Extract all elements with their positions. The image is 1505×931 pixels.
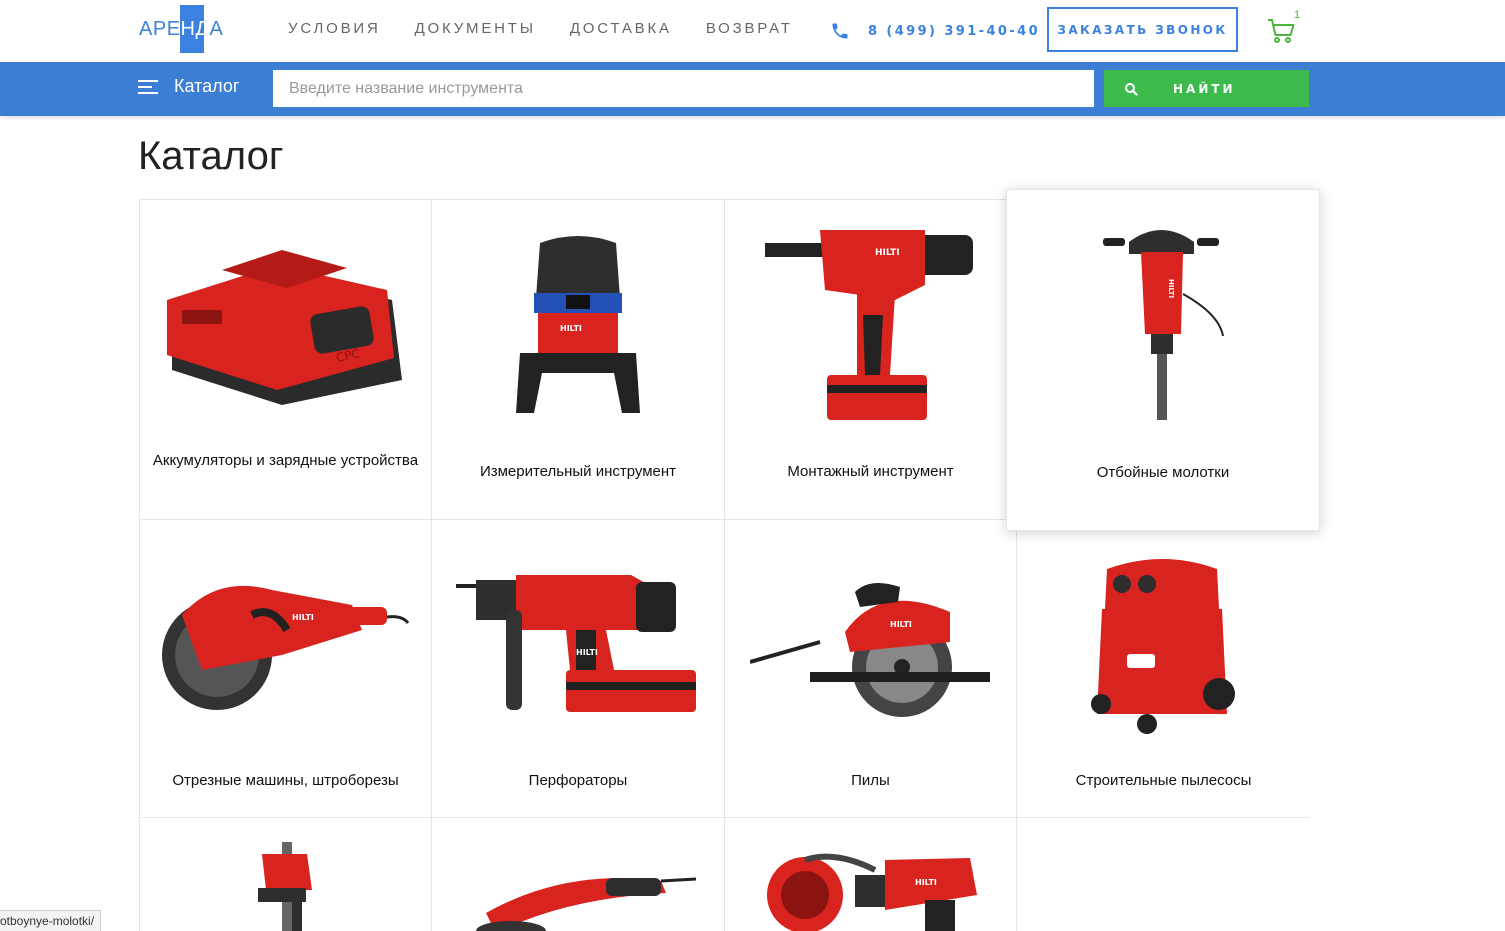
nav-return[interactable]: ВОЗВРАТ: [706, 20, 793, 37]
nav-delivery[interactable]: ДОСТАВКА: [570, 20, 672, 37]
battery-image: CPC: [167, 250, 402, 405]
category-card[interactable]: HILTI Пилы: [725, 520, 1017, 818]
cart-count-badge: 1: [1294, 9, 1301, 21]
category-card[interactable]: CPC Аккумуляторы и зарядные устройства: [140, 200, 432, 520]
category-card[interactable]: [432, 818, 725, 931]
category-card-empty: [1017, 818, 1310, 931]
find-label: НАЙТИ: [1173, 81, 1236, 96]
jackhammer-image: HILTI: [1103, 230, 1224, 420]
main-nav: УСЛОВИЯ ДОКУМЕНТЫ ДОСТАВКА ВОЗВРАТ: [288, 20, 827, 37]
callback-button[interactable]: ЗАКАЗАТЬ ЗВОНОК: [1047, 7, 1238, 52]
category-name: Перфораторы: [528, 772, 628, 789]
svg-text:HILTI: HILTI: [1167, 279, 1175, 298]
svg-text:HILTI: HILTI: [890, 620, 912, 629]
svg-text:HILTI: HILTI: [560, 324, 582, 333]
logo[interactable]: АРЕНДА: [139, 5, 223, 53]
category-card-hovered[interactable]: HILTI Отбойные молотки: [1006, 189, 1320, 531]
category-name: Монтажный инструмент: [787, 463, 954, 480]
category-name: Измерительный инструмент: [479, 463, 677, 480]
page-title: Каталог: [138, 134, 284, 178]
nav-conditions[interactable]: УСЛОВИЯ: [288, 20, 381, 37]
cart-button[interactable]: 1: [1266, 9, 1306, 45]
nav-documents[interactable]: ДОКУМЕНТЫ: [415, 20, 536, 37]
category-card[interactable]: [140, 818, 432, 931]
category-name: Отбойные молотки: [1096, 464, 1230, 481]
circular-saw-image: HILTI: [750, 583, 990, 717]
svg-text:HILTI: HILTI: [875, 248, 900, 258]
rivet-tool-image: HILTI: [765, 230, 973, 420]
category-card[interactable]: HILTI Перфораторы: [432, 520, 725, 818]
category-card[interactable]: Строительные пылесосы: [1017, 520, 1310, 818]
category-name: Строительные пылесосы: [1075, 772, 1252, 789]
svg-text:HILTI: HILTI: [915, 878, 937, 887]
search-icon: [1125, 82, 1138, 96]
svg-text:HILTI: HILTI: [576, 648, 598, 657]
rotary-hammer-image: HILTI: [456, 575, 696, 712]
vacuum-cleaner-image: [1091, 559, 1235, 734]
drill-driver-image: HILTI: [767, 853, 977, 931]
category-card[interactable]: HILTI Монтажный инструмент: [725, 200, 1017, 520]
browser-status-url: otboynye-molotki/: [0, 910, 102, 931]
catalog-menu-label: Каталог: [174, 76, 240, 96]
laser-level-image: HILTI: [516, 236, 640, 413]
phone-number: 8 (499) 391-40-40: [868, 23, 1041, 39]
category-card[interactable]: HILTI Измерительный инструмент: [432, 200, 725, 520]
logo-text: АРЕНДА: [139, 17, 224, 40]
category-name: Отрезные машины, штроборезы: [172, 772, 399, 789]
phone-icon: [832, 23, 848, 39]
top-header: АРЕНДА УСЛОВИЯ ДОКУМЕНТЫ ДОСТАВКА ВОЗВРА…: [0, 0, 1505, 62]
angle-grinder-image: [476, 877, 697, 931]
catalog-menu-button[interactable]: Каталог: [138, 76, 239, 97]
category-name: Пилы: [851, 772, 890, 789]
search-input[interactable]: [273, 70, 1094, 107]
cutoff-saw-image: HILTI: [162, 585, 410, 710]
menu-icon: [138, 79, 158, 94]
core-drill-image: [258, 842, 312, 931]
search-bar: Каталог НАЙТИ: [0, 62, 1505, 116]
find-button[interactable]: НАЙТИ: [1104, 70, 1309, 107]
cart-icon: [1268, 19, 1295, 43]
category-card[interactable]: HILTI Отрезные машины, штроборезы: [140, 520, 432, 818]
category-name: Аккумуляторы и зарядные устройства: [152, 452, 419, 469]
svg-text:HILTI: HILTI: [292, 613, 314, 622]
phone-link[interactable]: 8 (499) 391-40-40: [830, 21, 1040, 41]
category-card[interactable]: HILTI: [725, 818, 1017, 931]
